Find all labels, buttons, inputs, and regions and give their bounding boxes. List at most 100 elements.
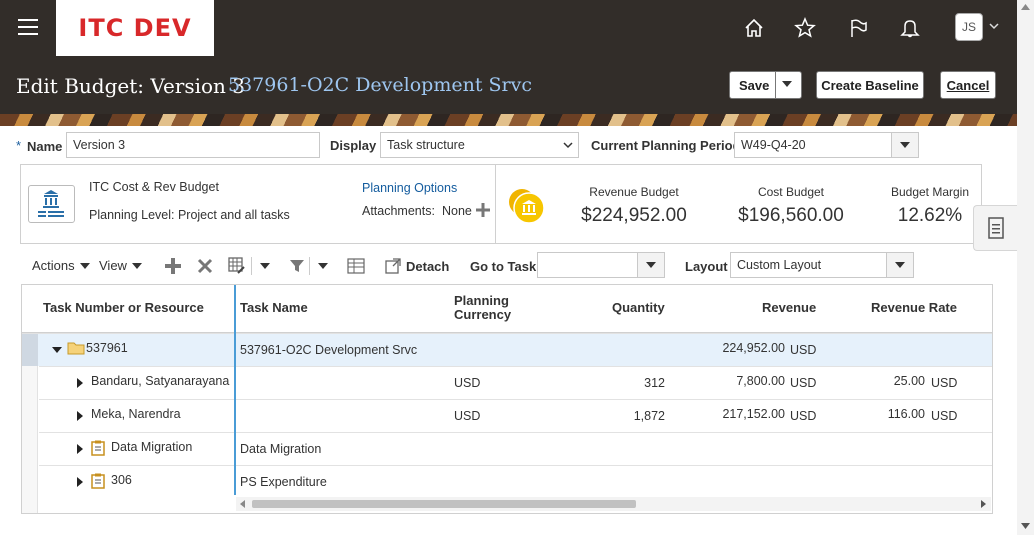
cancel-button[interactable]: Cancel [940,71,996,99]
delete-icon[interactable] [194,256,216,276]
revenue-currency: USD [790,343,817,357]
view-menu[interactable]: View [99,258,142,273]
clipboard-icon [91,473,105,492]
planning-period-label: Current Planning Period [591,138,741,153]
col-task-number[interactable]: Task Number or Resource [43,300,204,315]
vertical-scrollbar[interactable] [1017,0,1034,535]
display-select[interactable]: Task structure [380,132,579,158]
resource-link[interactable]: Meka, Narendra [91,407,181,421]
expand-icon[interactable] [77,444,83,454]
planning-options-link[interactable]: Planning Options [362,181,457,195]
budget-table: Task Number or Resource Task Name Planni… [21,284,993,514]
resource-link[interactable]: Bandaru, Satyanarayana [91,374,229,388]
layout-label: Layout [685,259,728,274]
user-avatar[interactable]: JS [955,13,983,41]
budget-margin-value: 12.62% [897,205,963,226]
expand-icon[interactable] [77,477,83,487]
detach-button[interactable]: Detach [385,258,449,274]
document-icon [987,217,1004,239]
create-baseline-label: Create Baseline [821,77,919,93]
filter-icon[interactable] [286,256,308,276]
add-icon[interactable] [162,256,184,276]
task-link[interactable]: 306 [111,473,132,487]
revenue-budget-label: Revenue Budget [589,185,679,199]
selected-row-marker [22,334,38,366]
planning-currency: USD [454,376,481,390]
page-title: Edit Budget: Version 3 [16,74,246,98]
decorative-banner [0,114,1034,126]
add-attachment-icon[interactable] [476,203,490,220]
star-icon[interactable] [792,15,818,41]
budget-metrics-panel [495,164,982,244]
edit-menu-caret-icon[interactable] [254,256,276,276]
planning-currency: USD [454,409,481,423]
cancel-label: Cancel [946,77,990,93]
layout-dropdown[interactable] [886,252,914,278]
cost-budget-value: $196,560.00 [738,205,844,226]
save-menu-chevron-icon[interactable] [782,81,792,87]
actions-label: Actions [32,258,75,273]
budget-margin-label: Budget Margin [890,185,970,199]
planning-period-input[interactable]: W49-Q4-20 [734,132,892,158]
revenue: 224,952.00 [722,341,785,355]
logo[interactable]: ITC DEV [56,0,214,56]
col-planning-currency-line1[interactable]: Planning [454,293,509,308]
create-baseline-button[interactable]: Create Baseline [816,71,924,99]
task-name: Data Migration [240,442,322,456]
actions-menu[interactable]: Actions [32,258,90,273]
project-link[interactable]: 537961-O2C Development Srvc [228,74,532,96]
col-revenue-rate[interactable]: Revenue Rate [871,300,957,315]
task-link[interactable]: 537961 [86,341,128,355]
revenue-rate: 116.00 [887,407,925,421]
planning-period-dropdown[interactable] [891,132,919,158]
expand-icon[interactable] [77,378,83,388]
clipboard-icon [91,440,105,459]
col-revenue[interactable]: Revenue [762,300,816,315]
button-divider [775,72,776,98]
layout-input[interactable]: Custom Layout [730,252,887,278]
budget-icon [28,185,75,223]
chevron-down-icon[interactable] [988,20,1000,35]
revenue-currency: USD [790,409,817,423]
name-input[interactable]: Version 3 [66,132,320,158]
toolbar-divider [309,257,310,275]
table-row[interactable]: 306 PS Expenditure [39,465,992,498]
edit-table-icon[interactable] [226,256,248,276]
quantity: 1,872 [633,409,665,423]
save-label: Save [739,77,770,93]
task-link[interactable]: Data Migration [111,440,192,454]
quantity: 312 [644,376,665,390]
flag-icon[interactable] [845,15,871,41]
detach-icon [385,258,401,274]
col-planning-currency-line2[interactable]: Currency [454,307,511,322]
detach-label: Detach [406,258,450,274]
horizontal-scrollbar[interactable] [236,497,991,511]
freeze-columns-icon[interactable] [345,256,367,276]
table-row[interactable]: Bandaru, Satyanarayana USD 312 7,800.00 … [39,366,992,399]
table-row[interactable]: 537961 537961-O2C Development Srvc 224,9… [22,333,992,366]
logo-text: ITC DEV [78,14,192,42]
scroll-left-icon [240,500,245,508]
scrollbar-thumb[interactable] [252,500,636,508]
collapse-icon[interactable] [52,347,62,353]
go-to-task-input[interactable] [537,252,638,278]
home-icon[interactable] [741,15,767,41]
col-quantity[interactable]: Quantity [612,300,665,315]
revenue: 7,800.00 [736,374,785,388]
toolbar-divider [251,257,252,275]
col-task-name[interactable]: Task Name [240,300,308,315]
display-label: Display [330,138,377,153]
table-row[interactable]: Meka, Narendra USD 1,872 217,152.00 USD … [39,399,992,432]
filter-menu-caret-icon[interactable] [312,256,334,276]
go-to-task-dropdown[interactable] [637,252,665,278]
expand-icon[interactable] [77,411,83,421]
caret-down-icon [900,142,910,148]
side-panel-toggle[interactable] [973,205,1017,251]
bell-icon[interactable] [897,15,923,41]
table-row[interactable]: Data Migration Data Migration [39,432,992,465]
folder-icon [67,341,85,358]
revenue-rate: 25.00 [893,374,925,388]
revenue: 217,152.00 [722,407,785,421]
menu-icon[interactable] [18,19,38,35]
frozen-column-divider [234,285,236,495]
